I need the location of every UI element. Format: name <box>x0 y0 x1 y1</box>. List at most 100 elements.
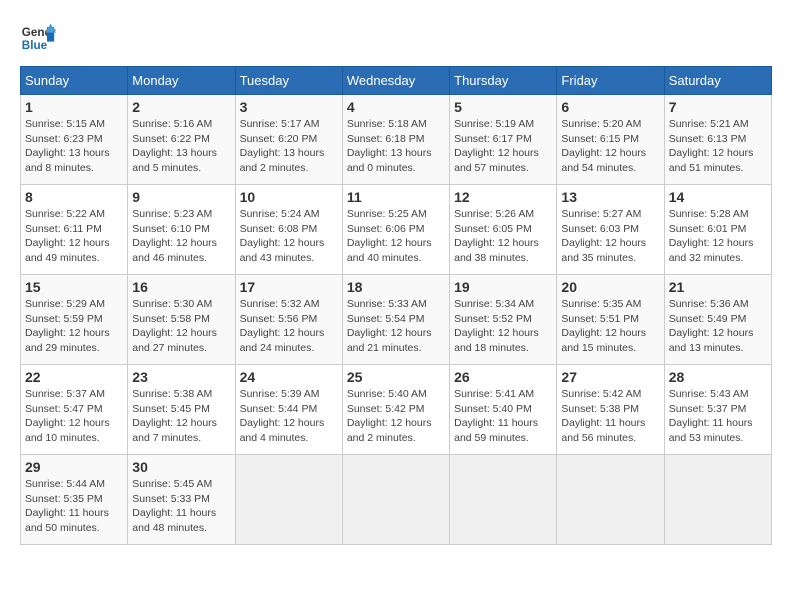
day-info: Sunrise: 5:42 AMSunset: 5:38 PMDaylight:… <box>561 387 659 446</box>
calendar-header: SundayMondayTuesdayWednesdayThursdayFrid… <box>21 67 772 95</box>
day-number: 25 <box>347 369 445 385</box>
day-info: Sunrise: 5:27 AMSunset: 6:03 PMDaylight:… <box>561 207 659 266</box>
day-number: 1 <box>25 99 123 115</box>
day-number: 9 <box>132 189 230 205</box>
day-number: 7 <box>669 99 767 115</box>
day-info: Sunrise: 5:19 AMSunset: 6:17 PMDaylight:… <box>454 117 552 176</box>
day-info: Sunrise: 5:24 AMSunset: 6:08 PMDaylight:… <box>240 207 338 266</box>
day-number: 3 <box>240 99 338 115</box>
day-info: Sunrise: 5:22 AMSunset: 6:11 PMDaylight:… <box>25 207 123 266</box>
day-number: 4 <box>347 99 445 115</box>
day-info: Sunrise: 5:38 AMSunset: 5:45 PMDaylight:… <box>132 387 230 446</box>
calendar-week-row: 15 Sunrise: 5:29 AMSunset: 5:59 PMDayligh… <box>21 275 772 365</box>
calendar-cell: 23 Sunrise: 5:38 AMSunset: 5:45 PMDayligh… <box>128 365 235 455</box>
day-info: Sunrise: 5:39 AMSunset: 5:44 PMDaylight:… <box>240 387 338 446</box>
calendar-cell: 10 Sunrise: 5:24 AMSunset: 6:08 PMDayligh… <box>235 185 342 275</box>
day-info: Sunrise: 5:34 AMSunset: 5:52 PMDaylight:… <box>454 297 552 356</box>
calendar-cell: 8 Sunrise: 5:22 AMSunset: 6:11 PMDaylight… <box>21 185 128 275</box>
calendar-week-row: 8 Sunrise: 5:22 AMSunset: 6:11 PMDaylight… <box>21 185 772 275</box>
calendar-cell: 28 Sunrise: 5:43 AMSunset: 5:37 PMDayligh… <box>664 365 771 455</box>
day-info: Sunrise: 5:33 AMSunset: 5:54 PMDaylight:… <box>347 297 445 356</box>
calendar-cell: 13Sunrise: 5:27 AMSunset: 6:03 PMDayligh… <box>557 185 664 275</box>
calendar-cell: 26 Sunrise: 5:41 AMSunset: 5:40 PMDayligh… <box>450 365 557 455</box>
calendar-body: 1 Sunrise: 5:15 AMSunset: 6:23 PMDaylight… <box>21 95 772 545</box>
calendar-cell <box>235 455 342 545</box>
calendar-cell <box>664 455 771 545</box>
calendar-cell: 30 Sunrise: 5:45 AMSunset: 5:33 PMDayligh… <box>128 455 235 545</box>
calendar-cell: 6Sunrise: 5:20 AMSunset: 6:15 PMDaylight… <box>557 95 664 185</box>
calendar-cell: 17 Sunrise: 5:32 AMSunset: 5:56 PMDayligh… <box>235 275 342 365</box>
day-number: 26 <box>454 369 552 385</box>
weekday-header: Wednesday <box>342 67 449 95</box>
calendar-cell: 29Sunrise: 5:44 AMSunset: 5:35 PMDayligh… <box>21 455 128 545</box>
calendar-cell: 15 Sunrise: 5:29 AMSunset: 5:59 PMDayligh… <box>21 275 128 365</box>
calendar-cell: 7 Sunrise: 5:21 AMSunset: 6:13 PMDaylight… <box>664 95 771 185</box>
calendar-cell: 11Sunrise: 5:25 AMSunset: 6:06 PMDayligh… <box>342 185 449 275</box>
day-number: 8 <box>25 189 123 205</box>
calendar-cell: 9 Sunrise: 5:23 AMSunset: 6:10 PMDaylight… <box>128 185 235 275</box>
day-number: 22 <box>25 369 123 385</box>
day-number: 14 <box>669 189 767 205</box>
calendar-cell: 1 Sunrise: 5:15 AMSunset: 6:23 PMDaylight… <box>21 95 128 185</box>
weekday-header: Thursday <box>450 67 557 95</box>
day-info: Sunrise: 5:28 AMSunset: 6:01 PMDaylight:… <box>669 207 767 266</box>
day-info: Sunrise: 5:37 AMSunset: 5:47 PMDaylight:… <box>25 387 123 446</box>
day-info: Sunrise: 5:15 AMSunset: 6:23 PMDaylight:… <box>25 117 123 176</box>
day-number: 17 <box>240 279 338 295</box>
day-number: 12 <box>454 189 552 205</box>
weekday-header: Tuesday <box>235 67 342 95</box>
svg-text:Blue: Blue <box>22 39 48 52</box>
weekday-header: Friday <box>557 67 664 95</box>
day-info: Sunrise: 5:23 AMSunset: 6:10 PMDaylight:… <box>132 207 230 266</box>
day-info: Sunrise: 5:44 AMSunset: 5:35 PMDaylight:… <box>25 477 123 536</box>
day-info: Sunrise: 5:40 AMSunset: 5:42 PMDaylight:… <box>347 387 445 446</box>
day-number: 21 <box>669 279 767 295</box>
day-info: Sunrise: 5:32 AMSunset: 5:56 PMDaylight:… <box>240 297 338 356</box>
calendar-cell: 25 Sunrise: 5:40 AMSunset: 5:42 PMDayligh… <box>342 365 449 455</box>
calendar-cell: 18Sunrise: 5:33 AMSunset: 5:54 PMDayligh… <box>342 275 449 365</box>
day-number: 5 <box>454 99 552 115</box>
calendar-cell <box>450 455 557 545</box>
calendar-cell: 2 Sunrise: 5:16 AMSunset: 6:22 PMDaylight… <box>128 95 235 185</box>
calendar-cell: 16 Sunrise: 5:30 AMSunset: 5:58 PMDayligh… <box>128 275 235 365</box>
day-number: 2 <box>132 99 230 115</box>
day-number: 23 <box>132 369 230 385</box>
day-number: 16 <box>132 279 230 295</box>
calendar-cell: 27 Sunrise: 5:42 AMSunset: 5:38 PMDayligh… <box>557 365 664 455</box>
day-number: 10 <box>240 189 338 205</box>
weekday-header: Sunday <box>21 67 128 95</box>
calendar-cell <box>557 455 664 545</box>
day-info: Sunrise: 5:30 AMSunset: 5:58 PMDaylight:… <box>132 297 230 356</box>
day-number: 15 <box>25 279 123 295</box>
weekday-header: Saturday <box>664 67 771 95</box>
day-info: Sunrise: 5:25 AMSunset: 6:06 PMDaylight:… <box>347 207 445 266</box>
logo-icon: General Blue <box>20 20 56 56</box>
logo: General Blue <box>20 20 56 56</box>
day-number: 28 <box>669 369 767 385</box>
calendar-cell: 4 Sunrise: 5:18 AMSunset: 6:18 PMDaylight… <box>342 95 449 185</box>
calendar-cell: 21 Sunrise: 5:36 AMSunset: 5:49 PMDayligh… <box>664 275 771 365</box>
day-number: 27 <box>561 369 659 385</box>
day-info: Sunrise: 5:16 AMSunset: 6:22 PMDaylight:… <box>132 117 230 176</box>
weekday-header: Monday <box>128 67 235 95</box>
day-number: 19 <box>454 279 552 295</box>
day-number: 30 <box>132 459 230 475</box>
day-info: Sunrise: 5:36 AMSunset: 5:49 PMDaylight:… <box>669 297 767 356</box>
day-info: Sunrise: 5:35 AMSunset: 5:51 PMDaylight:… <box>561 297 659 356</box>
calendar-cell: 22 Sunrise: 5:37 AMSunset: 5:47 PMDayligh… <box>21 365 128 455</box>
day-info: Sunrise: 5:21 AMSunset: 6:13 PMDaylight:… <box>669 117 767 176</box>
calendar-cell: 12Sunrise: 5:26 AMSunset: 6:05 PMDayligh… <box>450 185 557 275</box>
calendar-cell: 19 Sunrise: 5:34 AMSunset: 5:52 PMDayligh… <box>450 275 557 365</box>
day-info: Sunrise: 5:29 AMSunset: 5:59 PMDaylight:… <box>25 297 123 356</box>
calendar-cell <box>342 455 449 545</box>
day-info: Sunrise: 5:18 AMSunset: 6:18 PMDaylight:… <box>347 117 445 176</box>
calendar-week-row: 1 Sunrise: 5:15 AMSunset: 6:23 PMDaylight… <box>21 95 772 185</box>
day-info: Sunrise: 5:20 AMSunset: 6:15 PMDaylight:… <box>561 117 659 176</box>
calendar-cell: 3Sunrise: 5:17 AMSunset: 6:20 PMDaylight… <box>235 95 342 185</box>
day-info: Sunrise: 5:43 AMSunset: 5:37 PMDaylight:… <box>669 387 767 446</box>
page-header: General Blue <box>20 20 772 56</box>
calendar-week-row: 29Sunrise: 5:44 AMSunset: 5:35 PMDayligh… <box>21 455 772 545</box>
calendar-cell: 5 Sunrise: 5:19 AMSunset: 6:17 PMDaylight… <box>450 95 557 185</box>
day-info: Sunrise: 5:41 AMSunset: 5:40 PMDaylight:… <box>454 387 552 446</box>
day-info: Sunrise: 5:45 AMSunset: 5:33 PMDaylight:… <box>132 477 230 536</box>
